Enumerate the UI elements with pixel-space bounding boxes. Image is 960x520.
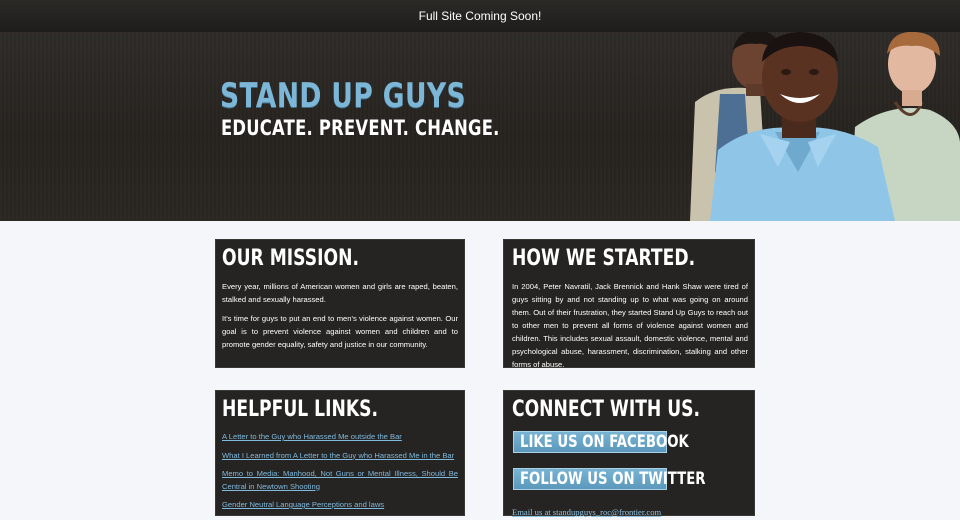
helpful-links-panel: HELPFUL LINKS. A Letter to the Guy who H… xyxy=(215,390,465,516)
email-us-link[interactable]: Email us at standupguys_roc@frontier.com xyxy=(512,507,661,517)
link-letter-to-guy-outside-bar[interactable]: A Letter to the Guy who Harassed Me outs… xyxy=(222,431,458,444)
how-we-started-paragraph: In 2004, Peter Navratil, Jack Brennick a… xyxy=(512,282,748,369)
like-us-on-facebook-button[interactable]: LIKE US ON FACEBOOK xyxy=(513,431,689,453)
coming-soon-notice: Full Site Coming Soon! xyxy=(418,9,542,23)
link-memo-to-media[interactable]: Memo to Media: Manhood, Not Guns or Ment… xyxy=(222,468,458,493)
mission-paragraph-2: It's time for guys to put an end to men'… xyxy=(222,314,458,349)
connect-heading: CONNECT WITH US. xyxy=(512,397,701,422)
helpful-links-heading: HELPFUL LINKS. xyxy=(222,397,379,422)
hero-photo-group-of-men xyxy=(690,32,960,221)
mission-paragraph-1: Every year, millions of American women a… xyxy=(222,282,458,304)
top-notice-bar: Full Site Coming Soon! xyxy=(0,0,960,32)
site-logo-title[interactable]: STAND UP GUYS xyxy=(220,76,466,116)
facebook-button-label: LIKE US ON FACEBOOK xyxy=(520,432,689,452)
site-tagline: EDUCATE. PREVENT. CHANGE. xyxy=(221,116,500,140)
how-we-started-panel: HOW WE STARTED. In 2004, Peter Navratil,… xyxy=(503,239,755,369)
twitter-button-label: FOLLOW US ON TWITTER xyxy=(520,469,706,489)
connect-panel: CONNECT WITH US. LIKE US ON FACEBOOK FOL… xyxy=(503,390,755,517)
helpful-links-list: A Letter to the Guy who Harassed Me outs… xyxy=(222,431,458,512)
follow-us-on-twitter-button[interactable]: FOLLOW US ON TWITTER xyxy=(513,468,705,490)
mission-panel: OUR MISSION. Every year, millions of Ame… xyxy=(215,239,465,368)
mission-heading: OUR MISSION. xyxy=(222,246,359,271)
link-what-i-learned[interactable]: What I Learned from A Letter to the Guy … xyxy=(222,450,458,463)
link-gender-neutral-language[interactable]: Gender Neutral Language Perceptions and … xyxy=(222,499,458,512)
hero-banner: STAND UP GUYS EDUCATE. PREVENT. CHANGE. xyxy=(0,32,960,221)
how-we-started-heading: HOW WE STARTED. xyxy=(512,246,696,271)
